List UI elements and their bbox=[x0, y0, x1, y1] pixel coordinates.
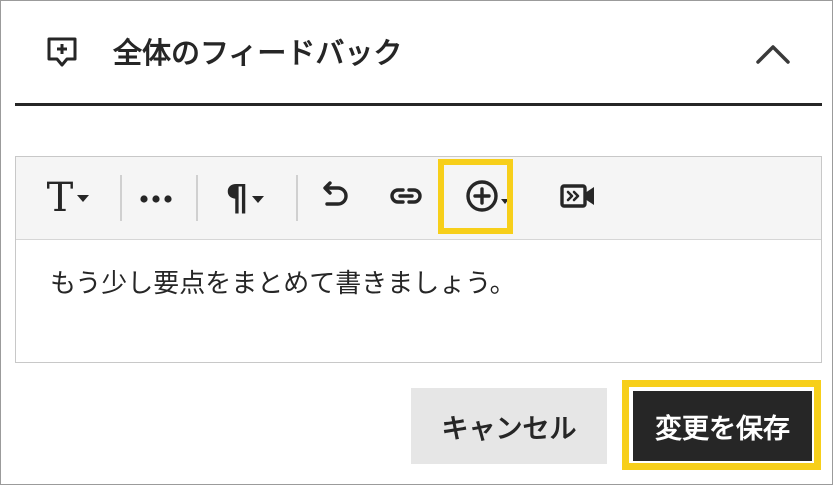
text-style-button[interactable]: T bbox=[36, 177, 100, 219]
paragraph-icon: ¶ bbox=[225, 178, 249, 219]
chevron-up-icon[interactable] bbox=[754, 35, 792, 73]
comment-add-icon bbox=[45, 35, 79, 69]
rich-text-editor: T ¶ もう少し要点をまとめて書きましょう。 bbox=[15, 156, 822, 363]
more-horizontal-icon bbox=[139, 189, 173, 208]
toolbar-divider bbox=[296, 175, 298, 221]
chevron-down-icon bbox=[252, 195, 265, 203]
insert-video-button[interactable] bbox=[556, 181, 600, 215]
video-icon bbox=[560, 183, 596, 213]
cancel-button[interactable]: キャンセル bbox=[411, 388, 607, 464]
highlight-frame bbox=[438, 159, 513, 234]
panel-title: 全体のフィードバック bbox=[113, 36, 403, 70]
paragraph-style-button[interactable]: ¶ bbox=[214, 179, 276, 219]
undo-button[interactable] bbox=[314, 181, 354, 215]
text-format-icon: T bbox=[46, 175, 74, 221]
save-button[interactable]: 変更を保存 bbox=[633, 391, 812, 461]
chevron-down-icon bbox=[77, 194, 90, 202]
more-options-button[interactable] bbox=[136, 183, 176, 213]
toolbar-divider bbox=[196, 175, 198, 221]
feedback-panel: 全体のフィードバック T ¶ もう少し要点をまとめて書きましょう。 キャンセル … bbox=[0, 0, 833, 485]
editor-content[interactable]: もう少し要点をまとめて書きましょう。 bbox=[50, 267, 516, 301]
panel-header: 全体のフィードバック bbox=[15, 1, 822, 106]
editor-toolbar: T ¶ bbox=[16, 157, 821, 240]
toolbar-divider bbox=[120, 175, 122, 221]
insert-link-button[interactable] bbox=[386, 181, 426, 215]
link-icon bbox=[389, 185, 423, 211]
undo-icon bbox=[317, 181, 351, 215]
